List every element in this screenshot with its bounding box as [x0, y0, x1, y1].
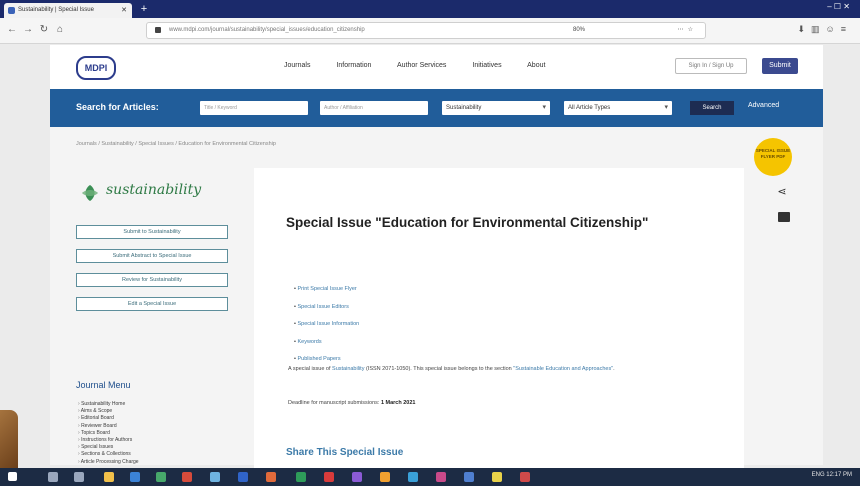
journal-menu-list: Sustainability Home Aims & Scope Editori…: [78, 401, 139, 466]
menu-item[interactable]: Aims & Scope: [78, 408, 139, 415]
main-content: Special Issue "Education for Environment…: [254, 168, 744, 468]
special-issue-info: A special issue of Sustainability (ISSN …: [288, 365, 708, 373]
start-icon[interactable]: [8, 472, 17, 481]
edit-special-issue-button[interactable]: Edit a Special Issue: [76, 297, 228, 311]
article-search-bar: Search for Articles: Title / Keyword Aut…: [50, 89, 823, 127]
journal-name: sustainability: [106, 182, 202, 198]
app-icon[interactable]: [492, 472, 502, 482]
app-icon[interactable]: [238, 472, 248, 482]
address-bar[interactable]: www.mdpi.com/journal/sustainability/spec…: [146, 22, 706, 39]
site-header: MDPI Journals Information Author Service…: [50, 45, 823, 89]
article-type-select[interactable]: All Article Types: [564, 101, 672, 115]
nav-information[interactable]: Information: [336, 62, 371, 69]
app-icon[interactable]: [380, 472, 390, 482]
toolbar-icons[interactable]: ⬇▥☺≡: [798, 24, 853, 35]
tab-title: Sustainability | Special Issue: [18, 7, 94, 13]
app-icon[interactable]: [464, 472, 474, 482]
submit-button[interactable]: Submit: [762, 58, 798, 74]
menu-item[interactable]: Sustainability Home: [78, 401, 139, 408]
app-icon[interactable]: [408, 472, 418, 482]
journal-link[interactable]: Sustainability: [332, 366, 364, 372]
submit-to-journal-button[interactable]: Submit to Sustainability: [76, 225, 228, 239]
journal-menu-title: Journal Menu: [76, 380, 131, 390]
lock-icon: [155, 27, 161, 33]
sign-in-button[interactable]: Sign In / Sign Up: [675, 58, 747, 74]
left-sidebar: sustainability Submit to Sustainability …: [74, 171, 234, 471]
journal-logo[interactable]: sustainability: [76, 179, 226, 209]
author-input[interactable]: Author / Affiliation: [320, 101, 428, 115]
section-link[interactable]: "Sustainable Education and Approaches": [513, 366, 613, 372]
browser-tab[interactable]: Sustainability | Special Issue ✕: [4, 3, 132, 18]
info-text: A special issue of: [288, 366, 333, 372]
system-tray[interactable]: ENG 12:17 PM: [812, 472, 852, 478]
menu-item[interactable]: Topics Board: [78, 430, 139, 437]
nav-about[interactable]: About: [527, 62, 545, 69]
nav-journals[interactable]: Journals: [284, 62, 310, 69]
zoom-level[interactable]: 80%: [573, 23, 585, 38]
info-text-rest: (ISSN 2071-1050). This special issue bel…: [364, 366, 514, 372]
menu-item[interactable]: Sections & Collections: [78, 451, 139, 458]
menu-item[interactable]: Special Issues: [78, 444, 139, 451]
menu-item[interactable]: Article Processing Charge: [78, 459, 139, 466]
reload-icon[interactable]: ↻: [38, 24, 50, 36]
page-title: Special Issue "Education for Environment…: [286, 215, 649, 230]
url-text: www.mdpi.com/journal/sustainability/spec…: [169, 27, 365, 33]
desktop-background: [0, 410, 18, 468]
forward-icon[interactable]: →: [22, 24, 34, 36]
menu-item[interactable]: Reviewer Board: [78, 423, 139, 430]
web-page: MDPI Journals Information Author Service…: [50, 45, 823, 468]
app-icon[interactable]: [520, 472, 530, 482]
share-section-title: Share This Special Issue: [286, 447, 404, 458]
link-editors[interactable]: Special Issue Editors: [294, 299, 359, 317]
leaf-icon: [82, 185, 98, 201]
back-icon[interactable]: ←: [6, 24, 18, 36]
share-icon[interactable]: ⋖: [775, 185, 789, 199]
mdpi-logo[interactable]: MDPI: [76, 56, 116, 80]
close-tab-icon[interactable]: ✕: [121, 3, 127, 18]
link-information[interactable]: Special Issue Information: [294, 316, 359, 334]
submit-abstract-button[interactable]: Submit Abstract to Special Issue: [76, 249, 228, 263]
menu-item[interactable]: Instructions for Authors: [78, 437, 139, 444]
app-icon[interactable]: [324, 472, 334, 482]
review-button[interactable]: Review for Sustainability: [76, 273, 228, 287]
nav-author-services[interactable]: Author Services: [397, 62, 446, 69]
link-flyer[interactable]: Print Special Issue Flyer: [294, 281, 359, 299]
link-keywords[interactable]: Keywords: [294, 334, 359, 352]
app-icon[interactable]: [210, 472, 220, 482]
app-icon[interactable]: [130, 472, 140, 482]
file-explorer-icon[interactable]: [104, 472, 114, 482]
windows-taskbar: ENG 12:17 PM: [0, 468, 860, 486]
submission-deadline: Deadline for manuscript submissions: 1 M…: [288, 400, 416, 406]
task-view-icon[interactable]: [74, 472, 84, 482]
deadline-value: 1 March 2021: [380, 400, 416, 406]
new-tab-button[interactable]: +: [138, 3, 150, 15]
search-button[interactable]: Search: [690, 101, 734, 115]
app-icon[interactable]: [266, 472, 276, 482]
home-icon[interactable]: ⌂: [54, 24, 66, 36]
search-icon[interactable]: [48, 472, 58, 482]
menu-item[interactable]: Editorial Board: [78, 415, 139, 422]
journal-select[interactable]: Sustainability: [442, 101, 550, 115]
advanced-search-link[interactable]: Advanced: [748, 102, 779, 109]
title-keyword-input[interactable]: Title / Keyword: [200, 101, 308, 115]
info-text-end: .: [613, 366, 615, 372]
top-navigation: Journals Information Author Services Ini…: [284, 62, 569, 69]
breadcrumb[interactable]: Journals / Sustainability / Special Issu…: [76, 141, 276, 147]
flyer-badge[interactable]: SPECIAL ISSUE FLYER PDF: [754, 138, 792, 176]
bookmark-star-icon[interactable]: ⋯☆: [678, 23, 697, 38]
browser-tab-bar: Sustainability | Special Issue ✕ + – ☐ ✕: [0, 0, 860, 18]
window-controls[interactable]: – ☐ ✕: [827, 2, 850, 11]
browser-nav-bar: ← → ↻ ⌂ www.mdpi.com/journal/sustainabil…: [0, 18, 860, 44]
app-icon[interactable]: [156, 472, 166, 482]
app-icon[interactable]: [436, 472, 446, 482]
nav-initiatives[interactable]: Initiatives: [472, 62, 501, 69]
search-label: Search for Articles:: [76, 102, 159, 112]
section-links: Print Special Issue Flyer Special Issue …: [294, 281, 359, 369]
app-icon[interactable]: [352, 472, 362, 482]
comment-icon[interactable]: [778, 212, 790, 222]
deadline-label: Deadline for manuscript submissions:: [288, 400, 381, 406]
favicon-icon: [8, 7, 15, 14]
app-icon[interactable]: [296, 472, 306, 482]
app-icon[interactable]: [182, 472, 192, 482]
